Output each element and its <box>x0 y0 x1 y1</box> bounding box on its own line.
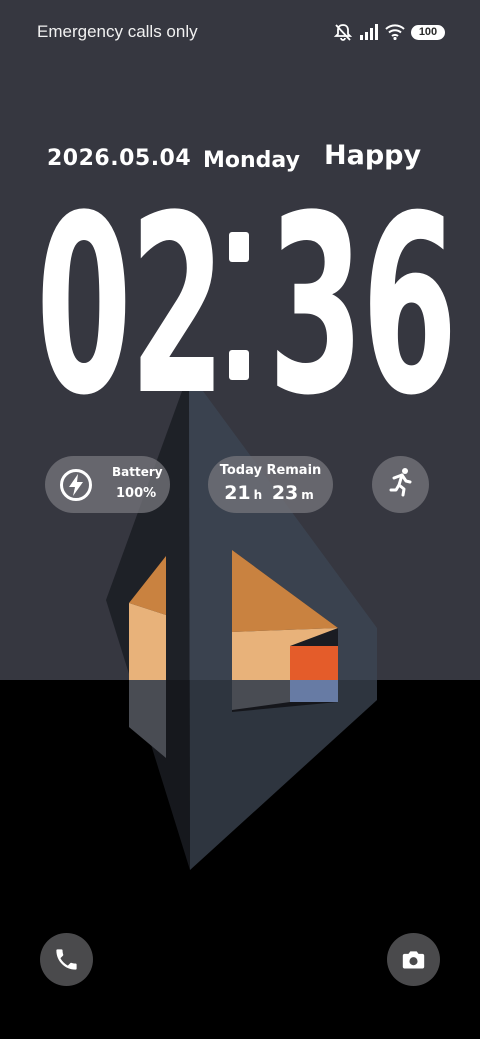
phone-shortcut-button[interactable] <box>40 933 93 986</box>
battery-widget-label: Battery <box>112 465 163 479</box>
charging-bolt-icon <box>60 469 92 501</box>
signal-icon <box>360 24 378 40</box>
today-remain-value: 21 h 23 m <box>208 482 333 504</box>
status-bar: Emergency calls only 100 <box>0 0 480 64</box>
today-remain-widget[interactable]: Today Remain 21 h 23 m <box>208 456 333 513</box>
wifi-icon <box>385 24 405 40</box>
today-remain-label: Today Remain <box>219 463 322 478</box>
camera-icon <box>402 951 425 969</box>
status-icons: 100 <box>333 21 445 43</box>
lock-clock: 02 36 <box>0 172 480 442</box>
remain-hours: 21 <box>224 482 251 504</box>
clock-minutes: 36 <box>268 164 457 450</box>
remain-minutes: 23 <box>271 482 299 504</box>
silent-bell-icon <box>333 24 353 41</box>
remain-hours-unit: h <box>253 488 263 502</box>
battery-widget[interactable]: Battery 100% <box>45 456 170 513</box>
activity-widget[interactable] <box>372 456 429 513</box>
remain-minutes-unit: m <box>301 488 314 502</box>
running-person-icon <box>389 468 412 497</box>
clock-hours: 02 <box>36 164 225 450</box>
carrier-status-text: Emergency calls only <box>37 22 198 41</box>
battery-icon: 100 <box>411 24 445 40</box>
battery-widget-value: 100% <box>116 486 157 501</box>
phone-icon <box>56 949 77 970</box>
camera-shortcut-button[interactable] <box>387 933 440 986</box>
